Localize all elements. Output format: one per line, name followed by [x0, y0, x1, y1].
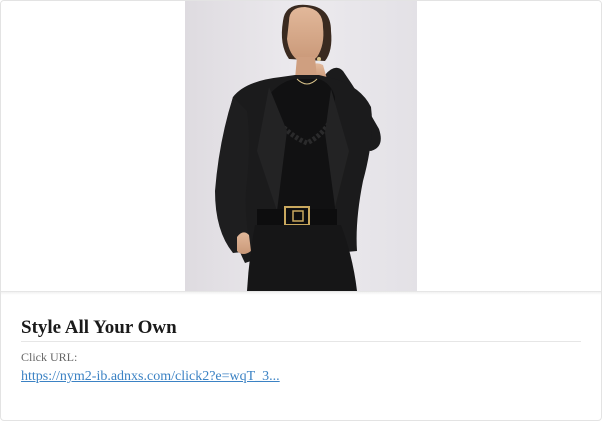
- creative-image-area[interactable]: [1, 1, 601, 292]
- ad-title: Style All Your Own: [21, 317, 177, 338]
- title-divider: [21, 341, 581, 342]
- ad-preview-card: Style All Your Own Click URL: https://ny…: [0, 0, 602, 421]
- click-url-label: Click URL:: [21, 350, 78, 364]
- creative-photo: [185, 1, 417, 291]
- click-url-link[interactable]: https://nym2-ib.adnxs.com/click2?e=wqT_3…: [21, 368, 280, 386]
- image-divider: [1, 292, 601, 295]
